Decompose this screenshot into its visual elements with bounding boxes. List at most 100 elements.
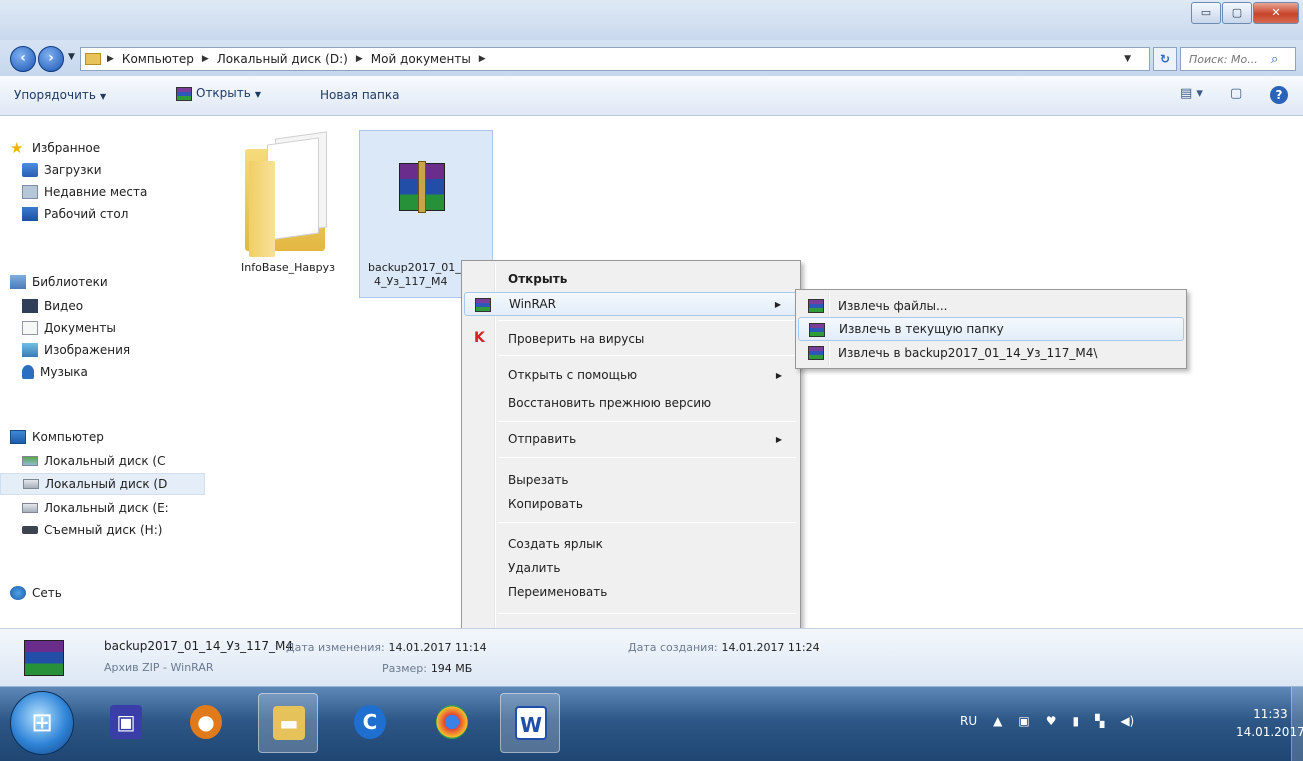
- new-folder-button[interactable]: Новая папка: [320, 88, 399, 102]
- forward-button[interactable]: ›: [38, 46, 64, 72]
- menu-extract-files[interactable]: Извлечь файлы...: [798, 294, 1184, 318]
- nav-disk-c[interactable]: Локальный диск (C: [22, 450, 165, 472]
- menu-open-with[interactable]: Открыть с помощью ▶: [464, 363, 798, 387]
- nav-images[interactable]: Изображения: [22, 339, 130, 361]
- menu-extract-here[interactable]: Извлечь в текущую папку: [798, 317, 1184, 341]
- menu-open[interactable]: Открыть: [464, 267, 798, 291]
- menu-restore-version[interactable]: Восстановить прежнюю версию: [464, 391, 798, 415]
- nav-label: Локальный диск (C: [44, 454, 166, 468]
- taskbar-chrome[interactable]: [422, 693, 482, 753]
- breadcrumb-separator-icon[interactable]: ▶: [107, 54, 114, 64]
- language-indicator[interactable]: RU: [960, 714, 977, 728]
- taskbar-word[interactable]: W: [500, 693, 560, 753]
- details-filename: backup2017_01_14_Уз_117_М4: [104, 639, 294, 653]
- maximize-button[interactable]: ▢: [1222, 2, 1252, 24]
- show-desktop-button[interactable]: [1291, 687, 1303, 761]
- music-note-icon: [22, 365, 34, 379]
- nav-music[interactable]: Музыка: [22, 361, 88, 383]
- address-bar[interactable]: ▶ Компьютер ▶ Локальный диск (D:) ▶ Мой …: [80, 47, 1150, 71]
- menu-delete[interactable]: Удалить: [464, 556, 798, 580]
- organize-button[interactable]: Упорядочить ▼: [14, 88, 106, 102]
- submenu-arrow-icon: ▶: [775, 370, 782, 380]
- submenu-arrow-icon: ▶: [774, 299, 781, 309]
- winrar-icon: [808, 299, 824, 313]
- network-tray-icon[interactable]: ▚: [1095, 714, 1104, 728]
- breadcrumb-my-documents[interactable]: Мой документы: [371, 52, 471, 66]
- tray-app-icon[interactable]: ▣: [1018, 714, 1029, 728]
- breadcrumb-separator-icon[interactable]: ▶: [202, 54, 209, 64]
- taskbar-media-player[interactable]: ●: [176, 693, 236, 753]
- breadcrumb-separator-icon[interactable]: ▶: [479, 54, 486, 64]
- file-name-line2: 4_Уз_117_М4: [374, 275, 448, 288]
- breadcrumb-disk-d[interactable]: Локальный диск (D:): [217, 52, 348, 66]
- address-row: ‹ › ▼ ▶ Компьютер ▶ Локальный диск (D:) …: [0, 40, 1303, 76]
- nav-favorites[interactable]: ★ Избранное: [10, 137, 100, 159]
- organize-label: Упорядочить: [14, 88, 96, 102]
- start-button[interactable]: ⊞: [10, 691, 74, 755]
- menu-send-to[interactable]: Отправить ▶: [464, 427, 798, 451]
- chrome-icon: [436, 705, 468, 739]
- nav-disk-d[interactable]: Локальный диск (D: [0, 473, 205, 495]
- minimize-button[interactable]: ▭: [1191, 2, 1221, 24]
- search-input[interactable]: [1189, 52, 1271, 66]
- view-options-icon[interactable]: ▤ ▾: [1180, 86, 1203, 101]
- folder-icon: [85, 53, 101, 65]
- menu-winrar[interactable]: WinRAR ▶: [464, 292, 798, 316]
- help-icon[interactable]: ?: [1270, 86, 1288, 104]
- computer-icon: [10, 430, 26, 444]
- tray-expand-icon[interactable]: ▲: [993, 714, 1002, 728]
- refresh-button[interactable]: ↻: [1153, 47, 1177, 71]
- menu-scan-label: Проверить на вирусы: [508, 332, 645, 346]
- open-button[interactable]: Открыть ▼: [176, 86, 261, 101]
- file-explorer-icon: ▬: [273, 706, 305, 740]
- menu-rename[interactable]: Переименовать: [464, 580, 798, 604]
- folder-tile[interactable]: InfoBase_Наврyз: [225, 127, 345, 279]
- taskbar-ccleaner[interactable]: C: [340, 693, 400, 753]
- nav-documents[interactable]: Документы: [22, 317, 116, 339]
- documents-library-icon: [22, 321, 38, 335]
- nav-video[interactable]: Видео: [22, 295, 83, 317]
- menu-extract-here-label: Извлечь в текущую папку: [839, 322, 1004, 336]
- nav-disk-e[interactable]: Локальный диск (E:: [22, 497, 169, 519]
- nav-removable-disk[interactable]: Съемный диск (H:): [22, 519, 162, 541]
- menu-create-shortcut[interactable]: Создать ярлык: [464, 532, 798, 556]
- search-icon[interactable]: ⌕: [1271, 52, 1278, 67]
- taskbar-save-app[interactable]: ▣: [96, 693, 156, 753]
- back-button[interactable]: ‹: [10, 46, 36, 72]
- breadcrumb-separator-icon[interactable]: ▶: [356, 54, 363, 64]
- battery-icon[interactable]: ▮: [1072, 714, 1079, 728]
- floppy-disk-icon: ▣: [110, 705, 142, 739]
- breadcrumb-computer[interactable]: Компьютер: [122, 52, 194, 66]
- menu-cut[interactable]: Вырезать: [464, 468, 798, 492]
- details-size-value: 194 МБ: [430, 662, 473, 675]
- antivirus-tray-icon[interactable]: ♥: [1046, 714, 1057, 728]
- close-button[interactable]: ✕: [1253, 2, 1299, 24]
- menu-extract-to-label: Извлечь в backup2017_01_14_Уз_117_М4\: [838, 346, 1098, 360]
- recent-places-icon: [22, 185, 38, 199]
- details-modified-value: 14.01.2017 11:14: [388, 641, 487, 654]
- nav-label: Видео: [44, 299, 84, 313]
- details-size-label: Размер:: [382, 662, 427, 675]
- system-drive-icon: [22, 456, 38, 466]
- taskbar-explorer[interactable]: ▬: [258, 693, 318, 753]
- nav-recent-places[interactable]: Недавние места: [22, 181, 147, 203]
- address-dropdown-icon[interactable]: ▼: [1124, 54, 1131, 64]
- search-box[interactable]: ⌕: [1180, 47, 1296, 71]
- nav-network[interactable]: Сеть: [10, 582, 62, 604]
- history-dropdown-icon[interactable]: ▼: [68, 52, 75, 62]
- menu-winrar-label: WinRAR: [509, 297, 556, 311]
- nav-libraries[interactable]: Библиотеки: [10, 271, 108, 293]
- menu-scan-virus[interactable]: K Проверить на вирусы: [464, 327, 798, 351]
- nav-desktop[interactable]: Рабочий стол: [22, 203, 128, 225]
- nav-downloads[interactable]: Загрузки: [22, 159, 102, 181]
- menu-copy[interactable]: Копировать: [464, 492, 798, 516]
- nav-computer[interactable]: Компьютер: [10, 426, 104, 448]
- menu-extract-to-folder[interactable]: Извлечь в backup2017_01_14_Уз_117_М4\: [798, 341, 1184, 365]
- volume-icon[interactable]: ◀): [1120, 714, 1134, 728]
- preview-pane-icon[interactable]: ▢: [1230, 86, 1242, 101]
- window-titlebar[interactable]: ▭ ▢ ✕: [0, 0, 1303, 40]
- nav-label: Документы: [44, 321, 116, 335]
- word-icon: W: [515, 706, 547, 740]
- media-player-icon: ●: [190, 705, 222, 739]
- kaspersky-icon: K: [474, 330, 485, 346]
